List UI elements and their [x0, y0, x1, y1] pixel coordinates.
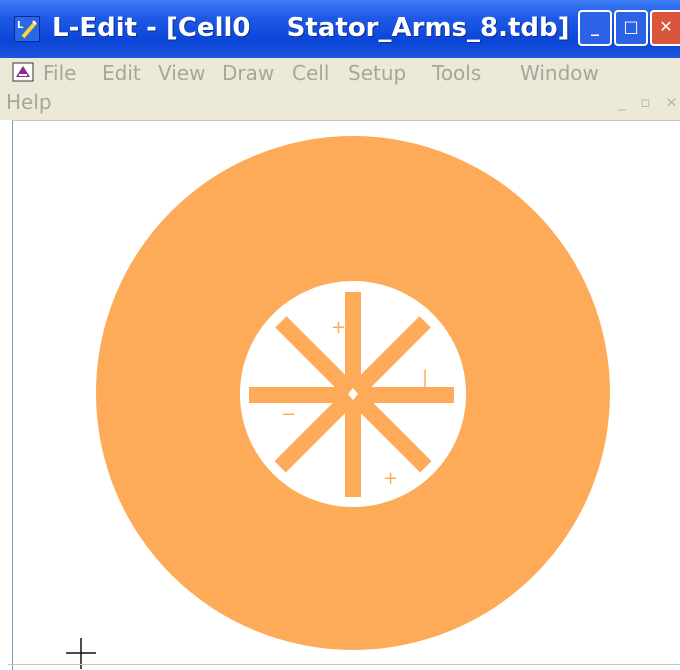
layout-document-icon[interactable] [12, 62, 34, 82]
menu-edit[interactable]: Edit [102, 60, 141, 86]
close-button[interactable]: ✕ [650, 10, 680, 46]
mdi-child-controls[interactable]: _ ▫ × [618, 93, 680, 111]
status-divider [8, 664, 680, 665]
minimize-icon: _ [591, 17, 599, 36]
menu-bar: File Edit View Draw Cell Setup Tools Win… [0, 58, 680, 121]
menu-draw[interactable]: Draw [222, 60, 274, 86]
menu-setup[interactable]: Setup [348, 60, 406, 86]
close-icon: ✕ [659, 17, 673, 36]
menu-window[interactable]: Window [520, 60, 599, 86]
svg-text:L: L [17, 20, 24, 31]
port-label: + [383, 468, 398, 489]
layout-drawing[interactable]: + | − + [13, 121, 680, 670]
menu-tools[interactable]: Tools [432, 60, 481, 86]
port-label: + [331, 317, 346, 338]
menu-view[interactable]: View [158, 60, 205, 86]
window-title: L-Edit - [Cell0 Stator_Arms_8.tdb] [52, 13, 570, 43]
maximize-icon: □ [623, 17, 639, 36]
port-label: | [422, 367, 428, 388]
minimize-button[interactable]: _ [578, 10, 612, 46]
l-edit-logo-icon[interactable]: L [14, 16, 40, 42]
title-bar[interactable]: L L-Edit - [Cell0 Stator_Arms_8.tdb] _ □… [0, 0, 680, 58]
application-window: L L-Edit - [Cell0 Stator_Arms_8.tdb] _ □… [0, 0, 680, 670]
menu-help[interactable]: Help [6, 89, 52, 115]
menu-file[interactable]: File [43, 60, 76, 86]
menu-cell[interactable]: Cell [292, 60, 329, 86]
window-left-frame [0, 120, 12, 670]
port-label: − [281, 404, 296, 425]
maximize-button[interactable]: □ [614, 10, 648, 46]
layout-canvas[interactable]: + | − + [12, 121, 680, 670]
